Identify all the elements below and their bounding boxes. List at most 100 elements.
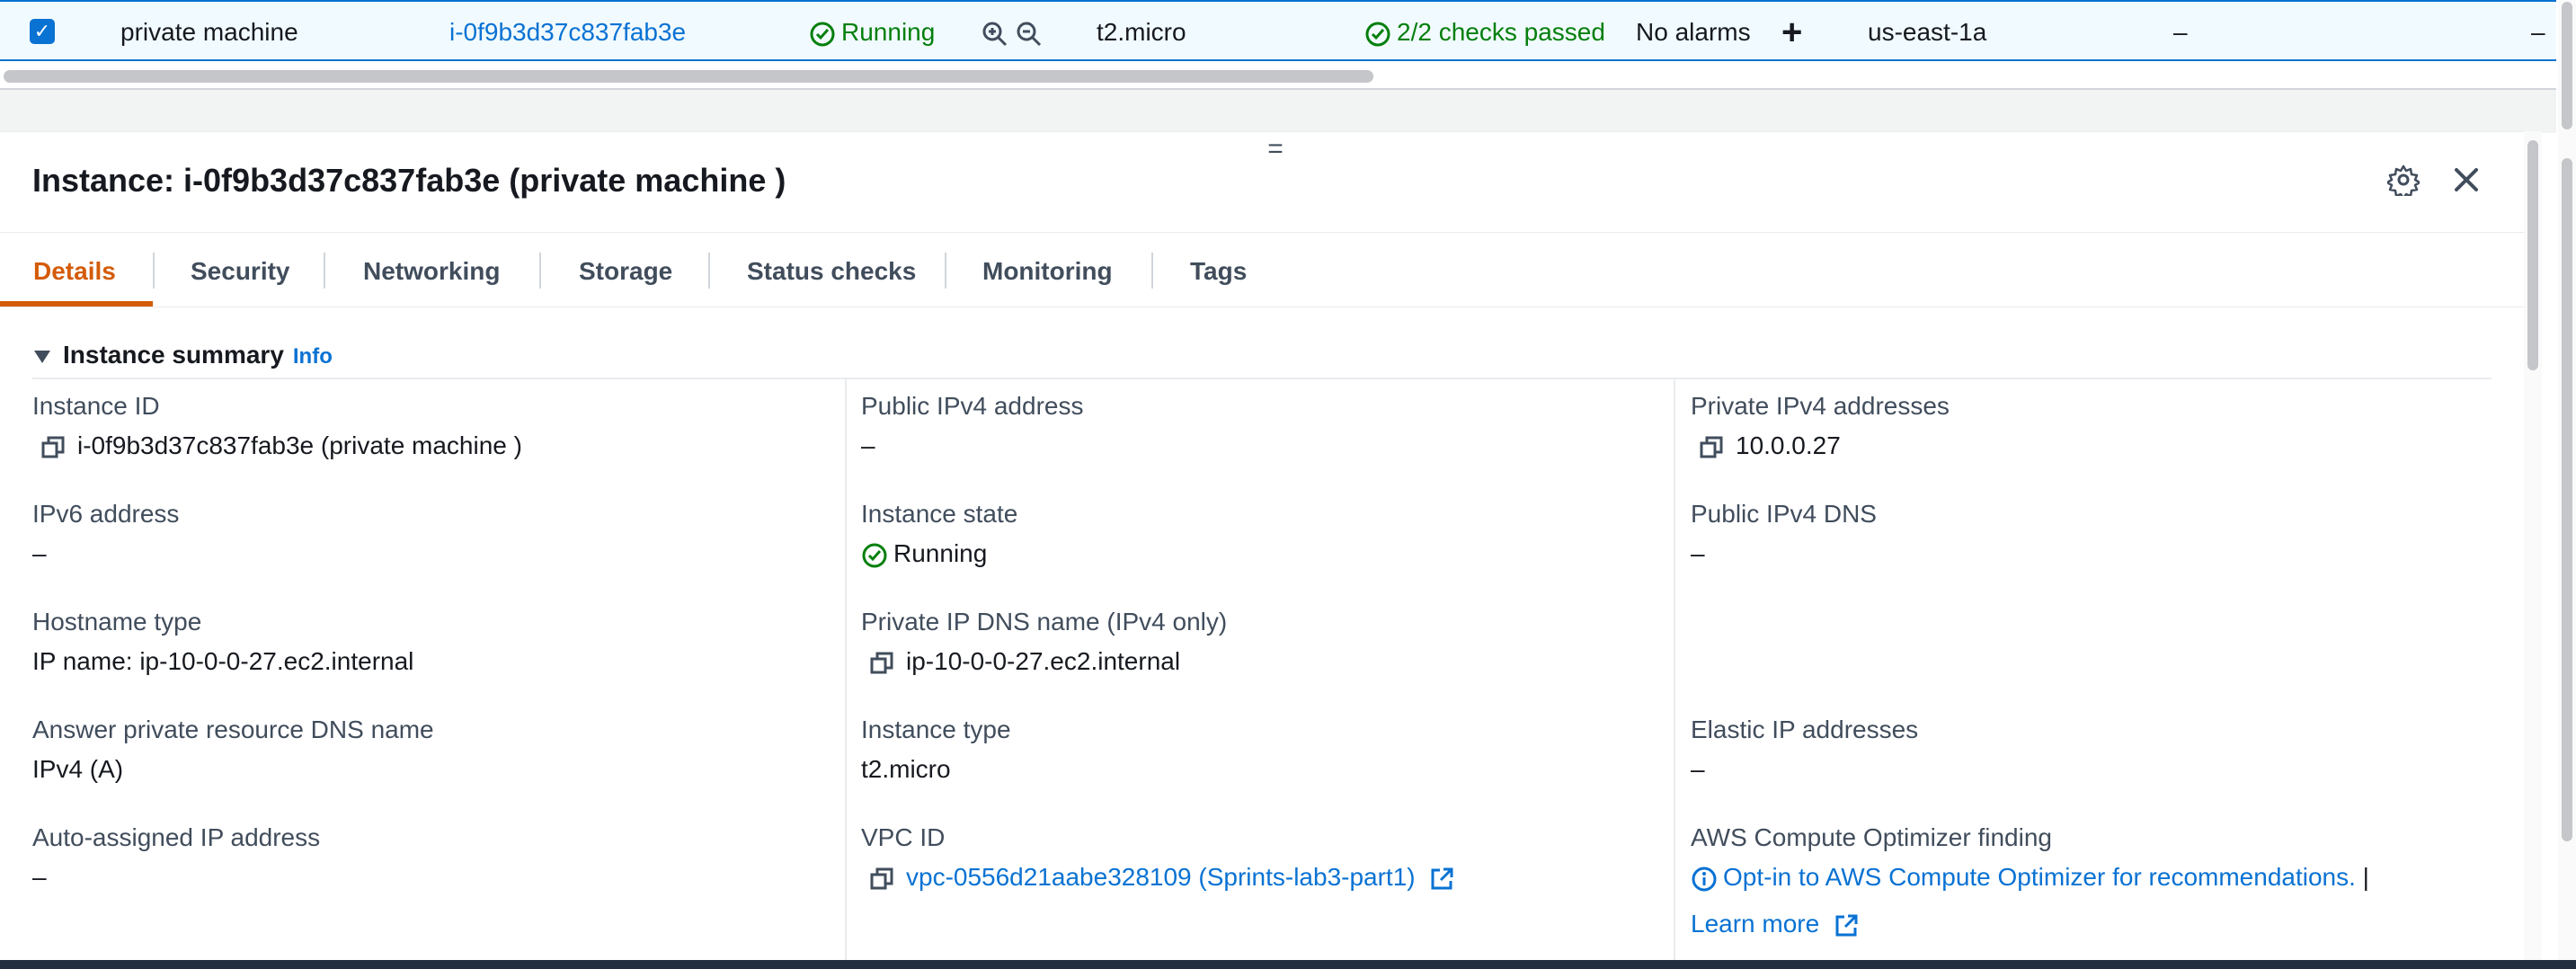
page-scrollbar[interactable]: [2558, 131, 2576, 960]
table-row[interactable]: ✓ private machine i-0f9b3d37c837fab3e Ru…: [0, 0, 2556, 61]
optimizer-opt-in-link[interactable]: Opt-in to AWS Compute Optimizer for reco…: [1723, 863, 2356, 891]
field-instance-id: Instance ID i-0f9b3d37c837fab3e (private…: [32, 388, 841, 464]
public-dns-cell: –: [2173, 18, 2188, 46]
instance-id-link[interactable]: i-0f9b3d37c837fab3e: [449, 2, 686, 61]
field-value: –: [32, 863, 47, 891]
field-value: IP name: ip-10-0-0-27.ec2.internal: [32, 647, 414, 675]
optimizer-separator: |: [2362, 863, 2369, 891]
active-tab-indicator: [0, 301, 153, 307]
column-divider: [1674, 379, 1675, 969]
tab-separator: [324, 253, 325, 289]
tab-separator: [539, 253, 541, 289]
tab-networking[interactable]: Networking: [363, 233, 500, 307]
close-icon: [2455, 168, 2478, 191]
caret-down-icon: [34, 350, 50, 363]
field-value-row: Learn more: [1691, 906, 2500, 942]
copy-icon[interactable]: [870, 867, 893, 891]
copy-icon[interactable]: [870, 652, 893, 675]
horizontal-scrollbar-thumb[interactable]: [4, 70, 1373, 83]
external-link-icon[interactable]: [1429, 867, 1454, 892]
field-private-ipv4: Private IPv4 addresses 10.0.0.27: [1691, 388, 2500, 464]
tab-separator: [945, 253, 946, 289]
copy-icon[interactable]: [1700, 436, 1723, 459]
panel-resize-handle[interactable]: =: [1262, 136, 1289, 163]
learn-more-link[interactable]: Learn more: [1691, 910, 1819, 938]
settings-button[interactable]: [2384, 160, 2423, 200]
status-check-text: 2/2 checks passed: [1397, 18, 1605, 46]
external-link-icon[interactable]: [1834, 913, 1859, 938]
field-private-ip-dns: Private IP DNS name (IPv4 only) ip-10-0-…: [861, 604, 1670, 680]
gear-icon: [2387, 164, 2420, 196]
field-value: –: [32, 539, 47, 567]
panel-scrollbar-thumb[interactable]: [2527, 140, 2538, 370]
field-hostname-type: Hostname type IP name: ip-10-0-0-27.ec2.…: [32, 604, 841, 680]
add-alarm-button[interactable]: +: [1781, 2, 1802, 61]
field-label: Instance state: [861, 500, 1018, 528]
field-label: VPC ID: [861, 823, 946, 851]
field-value-row: 10.0.0.27: [1691, 428, 2500, 464]
field-value: –: [1691, 539, 1705, 567]
zoom-out-icon[interactable]: [1016, 21, 1043, 48]
tab-separator: [153, 253, 155, 289]
field-value: ip-10-0-0-27.ec2.internal: [906, 647, 1181, 675]
field-value-row: Opt-in to AWS Compute Optimizer for reco…: [1691, 859, 2500, 895]
tab-separator: [708, 253, 710, 289]
check-circle-icon: [810, 22, 835, 47]
close-panel-button[interactable]: [2447, 160, 2486, 200]
field-label: Instance ID: [32, 392, 160, 420]
instance-name-cell: private machine: [120, 18, 298, 46]
panel-scrollbar[interactable]: [2524, 131, 2542, 960]
tab-tags[interactable]: Tags: [1190, 233, 1247, 307]
field-instance-type: Instance type t2.micro: [861, 712, 1670, 787]
field-answer-dns: Answer private resource DNS name IPv4 (A…: [32, 712, 841, 787]
field-ipv6-address: IPv6 address –: [32, 496, 841, 572]
copy-icon[interactable]: [41, 436, 65, 459]
tab-storage[interactable]: Storage: [579, 233, 672, 307]
page-scrollbar-top[interactable]: [2558, 0, 2576, 131]
field-auto-assigned-ip: Auto-assigned IP address –: [32, 820, 841, 895]
tab-security[interactable]: Security: [191, 233, 290, 307]
field-label: Auto-assigned IP address: [32, 823, 321, 851]
instance-state-text: Running: [841, 18, 936, 46]
field-compute-optimizer: AWS Compute Optimizer finding Opt-in to …: [1691, 820, 2500, 942]
panel-title: Instance: i-0f9b3d37c837fab3e (private m…: [32, 162, 786, 199]
field-label: Private IPv4 addresses: [1691, 392, 1950, 420]
tab-details[interactable]: Details: [33, 233, 116, 307]
instance-summary-header[interactable]: Instance summary Info: [32, 333, 333, 378]
column-divider: [845, 379, 847, 969]
field-label: Answer private resource DNS name: [32, 716, 434, 743]
availability-zone-cell: us-east-1a: [1868, 18, 1987, 46]
field-value: –: [861, 431, 875, 459]
detail-tabs: Details Security Networking Storage Stat…: [0, 232, 2526, 307]
field-label: Instance type: [861, 716, 1011, 743]
page-scrollbar-top-thumb[interactable]: [2562, 2, 2572, 129]
bottom-bar: [0, 960, 2576, 969]
field-label: Elastic IP addresses: [1691, 716, 1919, 743]
field-label: Hostname type: [32, 608, 202, 636]
row-checkbox[interactable]: ✓: [30, 19, 55, 44]
zoom-in-icon[interactable]: [982, 21, 1008, 48]
vpc-id-link[interactable]: vpc-0556d21aabe328109 (Sprints-lab3-part…: [906, 863, 1416, 891]
field-value: –: [1691, 755, 1705, 783]
tab-monitoring[interactable]: Monitoring: [982, 233, 1113, 307]
field-instance-state: Instance state Running: [861, 496, 1670, 572]
instance-summary-title: Instance summary: [63, 341, 284, 369]
info-link[interactable]: Info: [293, 344, 333, 369]
zoom-icons[interactable]: [982, 2, 1043, 61]
field-label: Private IP DNS name (IPv4 only): [861, 608, 1228, 636]
page-scrollbar-thumb[interactable]: [2562, 158, 2572, 841]
field-value-row: Running: [861, 536, 1670, 572]
field-label: AWS Compute Optimizer finding: [1691, 823, 2052, 851]
field-elastic-ip: Elastic IP addresses –: [1691, 712, 2500, 787]
check-circle-icon: [862, 543, 887, 568]
field-vpc-id: VPC ID vpc-0556d21aabe328109 (Sprints-la…: [861, 820, 1670, 895]
table-footer-band: [0, 88, 2556, 133]
check-circle-icon: [1365, 22, 1390, 47]
field-value-row: vpc-0556d21aabe328109 (Sprints-lab3-part…: [861, 859, 1670, 895]
field-label: IPv6 address: [32, 500, 180, 528]
tab-separator: [1151, 253, 1153, 289]
alarm-status-cell: No alarms: [1636, 18, 1751, 46]
field-value: IPv4 (A): [32, 755, 124, 783]
field-value: i-0f9b3d37c837fab3e (private machine ): [77, 431, 522, 459]
tab-status-checks[interactable]: Status checks: [747, 233, 916, 307]
